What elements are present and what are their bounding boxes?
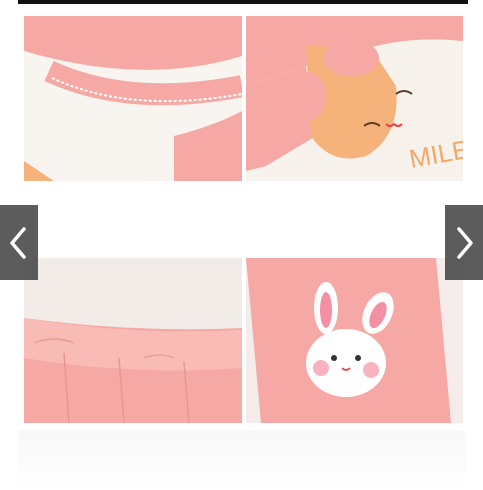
bunny-print-illustration xyxy=(246,258,463,423)
product-image-bunny-print[interactable] xyxy=(246,258,463,423)
bottom-fade xyxy=(18,430,465,490)
waistband-illustration xyxy=(24,258,242,423)
prev-button[interactable] xyxy=(0,205,38,280)
face-print-illustration: MILE xyxy=(246,16,463,181)
chevron-left-icon xyxy=(10,226,26,259)
top-divider xyxy=(18,0,468,4)
collar-illustration xyxy=(24,16,242,181)
product-image-collar[interactable] xyxy=(24,16,242,181)
next-button[interactable] xyxy=(445,205,483,280)
product-image-waistband[interactable] xyxy=(24,258,242,423)
chevron-right-icon xyxy=(457,226,473,259)
product-image-face-print[interactable]: MILE xyxy=(246,16,463,181)
